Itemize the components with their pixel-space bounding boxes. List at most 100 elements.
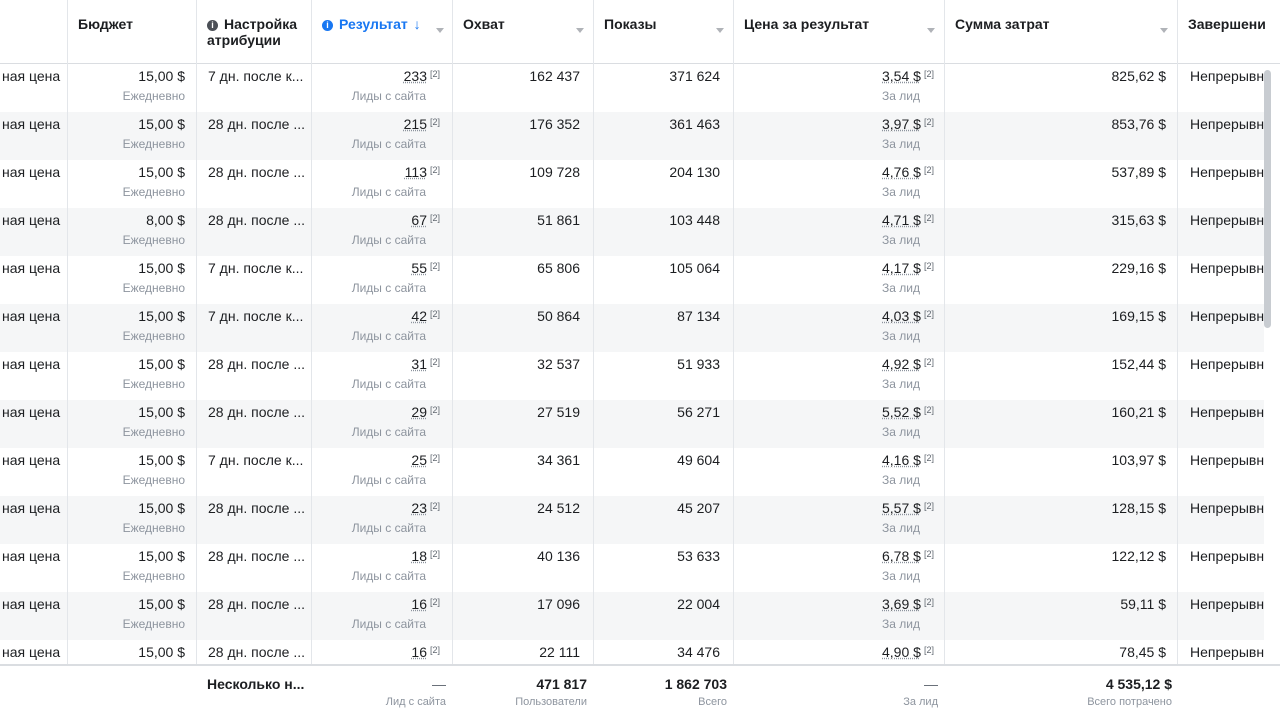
totals-attribution: Несколько н...: [207, 676, 305, 692]
cost-per-result-cell[interactable]: 4,92 $ [2] За лид: [734, 352, 944, 400]
result-value[interactable]: 16: [411, 644, 427, 660]
cost-per-result-cell[interactable]: 3,54 $ [2] За лид: [734, 64, 944, 112]
cost-per-result-cell[interactable]: 4,03 $ [2] За лид: [734, 304, 944, 352]
info-icon[interactable]: i: [322, 20, 333, 31]
end-date-cell: Непрерывн...: [1178, 448, 1264, 496]
table-row[interactable]: ная цена 15,00 $ Ежедневно 28 дн. после ...…: [0, 496, 1264, 544]
cost-per-result-value[interactable]: 4,90 $: [882, 644, 921, 660]
result-value[interactable]: 31: [411, 356, 427, 372]
cost-per-result-cell[interactable]: 5,57 $ [2] За лид: [734, 496, 944, 544]
caret-down-icon[interactable]: [436, 28, 444, 33]
budget-cell[interactable]: 15,00 $ Ежедневно: [68, 400, 196, 448]
cost-per-result-cell[interactable]: 3,97 $ [2] За лид: [734, 112, 944, 160]
impressions-cell: 105 064: [594, 256, 733, 304]
info-icon[interactable]: i: [207, 20, 218, 31]
result-value[interactable]: 67: [411, 212, 427, 228]
result-value[interactable]: 113: [405, 164, 427, 180]
result-cell[interactable]: 23 [2] Лиды с сайта: [312, 496, 452, 544]
column-header-budget[interactable]: Бюджет: [68, 0, 196, 63]
cost-per-result-cell[interactable]: 3,69 $ [2] За лид: [734, 592, 944, 640]
budget-cell[interactable]: 15,00 $ Ежедневно: [68, 496, 196, 544]
caret-down-icon[interactable]: [576, 28, 584, 33]
cost-per-result-value[interactable]: 4,92 $: [882, 356, 921, 372]
table-row[interactable]: ная цена 8,00 $ Ежедневно 28 дн. после ... 6…: [0, 208, 1264, 256]
cost-per-result-value[interactable]: 4,16 $: [882, 452, 921, 468]
cost-per-result-cell[interactable]: 4,76 $ [2] За лид: [734, 160, 944, 208]
column-header-impressions[interactable]: Показы: [594, 0, 733, 63]
bid-strategy-cell: ная цена: [0, 640, 67, 662]
cost-per-result-cell[interactable]: 4,17 $ [2] За лид: [734, 256, 944, 304]
budget-cell[interactable]: 15,00 $ Ежедневно: [68, 544, 196, 592]
result-cell[interactable]: 67 [2] Лиды с сайта: [312, 208, 452, 256]
result-cell[interactable]: 18 [2] Лиды с сайта: [312, 544, 452, 592]
cost-per-result-value[interactable]: 3,69 $: [882, 596, 921, 612]
cost-per-result-value[interactable]: 4,17 $: [882, 260, 921, 276]
column-header-result[interactable]: i Результат ↓: [312, 0, 452, 63]
column-header-reach[interactable]: Охват: [453, 0, 593, 63]
budget-cell[interactable]: 15,00 $ Ежедневно: [68, 592, 196, 640]
budget-cell[interactable]: 15,00 $ Ежедневно: [68, 304, 196, 352]
caret-down-icon[interactable]: [927, 28, 935, 33]
cost-per-result-cell[interactable]: 4,71 $ [2] За лид: [734, 208, 944, 256]
result-value[interactable]: 55: [411, 260, 427, 276]
result-value[interactable]: 23: [411, 500, 427, 516]
result-value[interactable]: 25: [411, 452, 427, 468]
budget-cell[interactable]: 15,00 $ Ежедневно: [68, 352, 196, 400]
end-date-cell: Непрерывн...: [1178, 400, 1264, 448]
result-cell[interactable]: 16 [2] Лиды с сайта: [312, 592, 452, 640]
result-cell[interactable]: 25 [2] Лиды с сайта: [312, 448, 452, 496]
result-cell[interactable]: 215 [2] Лиды с сайта: [312, 112, 452, 160]
budget-cell[interactable]: 15,00 $ Ежедневно: [68, 112, 196, 160]
budget-cell[interactable]: 15,00 $ Ежедневно: [68, 448, 196, 496]
cost-per-result-value[interactable]: 3,97 $: [882, 116, 921, 132]
cost-per-result-cell[interactable]: 6,78 $ [2] За лид: [734, 544, 944, 592]
table-row[interactable]: ная цена 15,00 $ Ежедневно 7 дн. после к...…: [0, 448, 1264, 496]
caret-down-icon[interactable]: [716, 28, 724, 33]
cost-per-result-value[interactable]: 4,03 $: [882, 308, 921, 324]
table-row[interactable]: ная цена 15,00 $ Ежедневно 7 дн. после к...…: [0, 256, 1264, 304]
table-row[interactable]: ная цена 15,00 $ Ежедневно 28 дн. после ...…: [0, 352, 1264, 400]
table-row[interactable]: ная цена 15,00 $28 дн. после ... 16 [2] 22 1…: [0, 640, 1264, 662]
totals-amount-spent-label: Всего потрачено: [1087, 696, 1172, 708]
column-header-ends[interactable]: Завершени: [1178, 0, 1268, 63]
table-row[interactable]: ная цена 15,00 $ Ежедневно 28 дн. после ...…: [0, 400, 1264, 448]
budget-cell[interactable]: 15,00 $ Ежедневно: [68, 160, 196, 208]
table-row[interactable]: ная цена 15,00 $ Ежедневно 28 дн. после ...…: [0, 160, 1264, 208]
cost-per-result-value[interactable]: 5,57 $: [882, 500, 921, 516]
result-value[interactable]: 215: [404, 116, 427, 132]
result-value[interactable]: 233: [404, 68, 427, 84]
cost-per-result-value[interactable]: 3,54 $: [882, 68, 921, 84]
result-cell[interactable]: 55 [2] Лиды с сайта: [312, 256, 452, 304]
cost-per-result-value[interactable]: 6,78 $: [882, 548, 921, 564]
result-value[interactable]: 42: [411, 308, 427, 324]
table-row[interactable]: ная цена 15,00 $ Ежедневно 7 дн. после к...…: [0, 304, 1264, 352]
cost-per-result-value[interactable]: 4,76 $: [882, 164, 921, 180]
result-cell[interactable]: 29 [2] Лиды с сайта: [312, 400, 452, 448]
result-cell[interactable]: 113 [2] Лиды с сайта: [312, 160, 452, 208]
result-cell[interactable]: 31 [2] Лиды с сайта: [312, 352, 452, 400]
result-value[interactable]: 18: [411, 548, 427, 564]
column-header-attribution[interactable]: i Настройка атрибуции: [197, 0, 311, 63]
budget-cell[interactable]: 15,00 $ Ежедневно: [68, 64, 196, 112]
column-header-cost-per-result[interactable]: Цена за результат: [734, 0, 944, 63]
vertical-scrollbar-thumb[interactable]: [1264, 70, 1271, 328]
budget-cell[interactable]: 8,00 $ Ежедневно: [68, 208, 196, 256]
budget-cell[interactable]: 15,00 $: [68, 640, 196, 662]
caret-down-icon[interactable]: [1160, 28, 1168, 33]
table-row[interactable]: ная цена 15,00 $ Ежедневно 7 дн. после к...…: [0, 64, 1264, 112]
cost-per-result-cell[interactable]: 4,16 $ [2] За лид: [734, 448, 944, 496]
column-header-amount-spent[interactable]: Сумма затрат: [945, 0, 1177, 63]
result-cell[interactable]: 233 [2] Лиды с сайта: [312, 64, 452, 112]
budget-cell[interactable]: 15,00 $ Ежедневно: [68, 256, 196, 304]
table-row[interactable]: ная цена 15,00 $ Ежедневно 28 дн. после ...…: [0, 592, 1264, 640]
result-cell[interactable]: 16 [2]: [312, 640, 452, 662]
cost-per-result-cell[interactable]: 5,52 $ [2] За лид: [734, 400, 944, 448]
table-row[interactable]: ная цена 15,00 $ Ежедневно 28 дн. после ...…: [0, 544, 1264, 592]
cost-per-result-cell[interactable]: 4,90 $ [2]: [734, 640, 944, 662]
cost-per-result-value[interactable]: 5,52 $: [882, 404, 921, 420]
cost-per-result-value[interactable]: 4,71 $: [882, 212, 921, 228]
result-value[interactable]: 16: [411, 596, 427, 612]
result-cell[interactable]: 42 [2] Лиды с сайта: [312, 304, 452, 352]
result-value[interactable]: 29: [411, 404, 427, 420]
table-row[interactable]: ная цена 15,00 $ Ежедневно 28 дн. после ...…: [0, 112, 1264, 160]
